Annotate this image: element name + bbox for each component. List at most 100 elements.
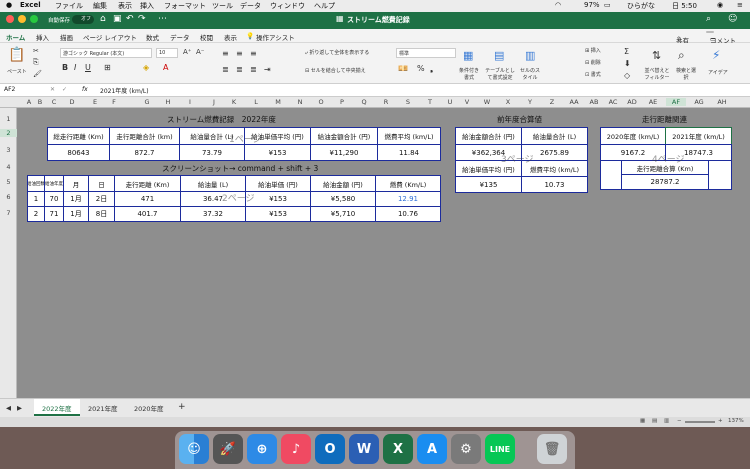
column-header[interactable]: AC bbox=[603, 98, 623, 106]
t4-blank-right[interactable] bbox=[708, 160, 732, 190]
clear-icon[interactable]: ◇ bbox=[624, 71, 630, 80]
t1-value-distance-sum[interactable]: 872.7 bbox=[109, 144, 180, 161]
t2-header-distance[interactable]: 走行距離 (Km) bbox=[114, 175, 181, 192]
t1-value-fuel-sum[interactable]: 73.79 bbox=[179, 144, 245, 161]
column-header[interactable]: AG bbox=[689, 98, 709, 106]
worksheet-grid[interactable]: ストリーム燃費記録 2022年度 総走行距離 (Km) 走行距離合計 (km) … bbox=[17, 108, 750, 398]
column-header[interactable]: P bbox=[332, 98, 352, 106]
t2-header-month[interactable]: 月 bbox=[63, 175, 89, 192]
table-row-cell[interactable]: 471 bbox=[114, 191, 181, 207]
redo-icon[interactable]: ↷ bbox=[138, 14, 146, 24]
table-row-cell[interactable]: 401.7 bbox=[114, 206, 181, 222]
font-color-icon[interactable]: A bbox=[163, 63, 168, 72]
zoom-out-icon[interactable]: − bbox=[677, 418, 682, 424]
t1-value-cost-sum[interactable]: ¥11,290 bbox=[310, 144, 378, 161]
input-method[interactable]: ひらがな bbox=[627, 1, 655, 11]
column-header[interactable]: AB bbox=[584, 98, 604, 106]
t2-header-day[interactable]: 日 bbox=[88, 175, 115, 192]
add-sheet-button[interactable]: + bbox=[178, 402, 186, 412]
menu-view[interactable]: 表示 bbox=[118, 1, 132, 11]
number-format-select[interactable]: 標準 bbox=[396, 48, 456, 58]
column-header[interactable]: W bbox=[477, 98, 497, 106]
table-row-cell[interactable]: 2 bbox=[27, 206, 45, 222]
t3-header-fuel-sum[interactable]: 給油量合計 (L) bbox=[521, 127, 588, 145]
column-header[interactable]: AH bbox=[712, 98, 732, 106]
column-header-selected[interactable]: AF bbox=[666, 98, 686, 106]
profile-icon[interactable]: ☺ bbox=[728, 14, 737, 24]
line-icon[interactable]: LINE bbox=[485, 434, 515, 464]
wifi-icon[interactable]: ◠ bbox=[555, 1, 561, 9]
column-header[interactable]: D bbox=[62, 98, 82, 106]
italic-icon[interactable]: I bbox=[74, 63, 76, 72]
clock[interactable]: 日 5:50 bbox=[672, 1, 697, 11]
column-header[interactable]: Q bbox=[354, 98, 374, 106]
page-break-view-icon[interactable]: ▥ bbox=[664, 418, 669, 424]
column-header[interactable]: Y bbox=[520, 98, 540, 106]
name-box[interactable]: AF2 bbox=[4, 86, 44, 93]
column-header[interactable]: AE bbox=[643, 98, 663, 106]
align-top-icon[interactable]: ≡ bbox=[222, 49, 229, 58]
currency-icon[interactable]: 💴 bbox=[398, 64, 408, 73]
column-header[interactable]: F bbox=[104, 98, 124, 106]
menu-file[interactable]: ファイル bbox=[55, 1, 83, 11]
zoom-window-button[interactable] bbox=[30, 15, 38, 23]
sheet-tab[interactable]: 2021年度 bbox=[88, 403, 118, 413]
sheet-tab[interactable]: 2020年度 bbox=[134, 403, 164, 413]
column-header[interactable]: AA bbox=[564, 98, 584, 106]
indent-icon[interactable]: ⇥ bbox=[264, 65, 271, 74]
column-header[interactable]: K bbox=[224, 98, 244, 106]
menu-data[interactable]: データ bbox=[240, 1, 261, 11]
app-store-icon[interactable]: A bbox=[417, 434, 447, 464]
format-table-icon[interactable]: ▤ bbox=[494, 49, 504, 62]
table-row-cell[interactable]: 1 bbox=[27, 191, 45, 207]
menu-tools[interactable]: ツール bbox=[212, 1, 233, 11]
table-row-cell[interactable]: 8日 bbox=[88, 206, 115, 222]
formula-input[interactable]: 2021年度 (km/L) bbox=[100, 86, 149, 95]
menu-help[interactable]: ヘルプ bbox=[314, 1, 335, 11]
prev-sheet-icon[interactable]: ◀ bbox=[6, 404, 11, 412]
t3-value-unit-price-avg[interactable]: ¥135 bbox=[455, 176, 522, 193]
autosave-toggle[interactable]: オフ bbox=[72, 15, 94, 24]
column-header[interactable]: E bbox=[85, 98, 105, 106]
column-header[interactable]: G bbox=[137, 98, 157, 106]
column-header[interactable]: O bbox=[311, 98, 331, 106]
conditional-format-icon[interactable]: ▦ bbox=[463, 49, 473, 62]
column-header[interactable]: C bbox=[44, 98, 64, 106]
column-header[interactable]: S bbox=[398, 98, 418, 106]
finder-icon[interactable]: ☺ bbox=[179, 434, 209, 464]
battery-icon[interactable]: ▭ bbox=[604, 1, 611, 9]
function-icon[interactable]: fx bbox=[82, 86, 88, 93]
menu-edit[interactable]: 編集 bbox=[93, 1, 107, 11]
tab-review[interactable]: 校閲 bbox=[200, 32, 213, 42]
minimize-window-button[interactable] bbox=[18, 15, 26, 23]
comma-icon[interactable]: ❟ bbox=[430, 64, 433, 74]
column-header[interactable]: L bbox=[246, 98, 266, 106]
column-header[interactable]: Z bbox=[542, 98, 562, 106]
table-row-cell[interactable]: 37.32 bbox=[180, 206, 246, 222]
table-row-cell[interactable]: ¥5,580 bbox=[310, 191, 376, 207]
t3-value-mileage-avg[interactable]: 10.73 bbox=[521, 176, 588, 193]
t1-header-cost-sum[interactable]: 給油金額合計 (円) bbox=[310, 127, 378, 145]
t4-value-total[interactable]: 28787.2 bbox=[621, 174, 709, 190]
column-header[interactable]: R bbox=[376, 98, 396, 106]
menu-window[interactable]: ウィンドウ bbox=[270, 1, 305, 11]
column-header[interactable]: V bbox=[457, 98, 477, 106]
formula-cancel-icon[interactable]: ✕ bbox=[50, 86, 55, 93]
format-painter-icon[interactable]: 🖌 bbox=[33, 70, 42, 78]
t1-header-mileage-avg[interactable]: 燃費平均 (km/L) bbox=[377, 127, 441, 145]
system-preferences-icon[interactable]: ⚙ bbox=[451, 434, 481, 464]
t3-header-cost-sum[interactable]: 給油金額合計 (円) bbox=[455, 127, 522, 145]
row-header[interactable]: 5 bbox=[0, 178, 17, 186]
t1-value-mileage-avg[interactable]: 11.84 bbox=[377, 144, 441, 161]
t2-header-year[interactable]: 給油年度 bbox=[44, 175, 64, 192]
table-row-cell[interactable]: 12.91 bbox=[375, 191, 441, 207]
bold-icon[interactable]: B bbox=[62, 63, 68, 72]
percent-icon[interactable]: % bbox=[417, 64, 425, 73]
column-header[interactable]: T bbox=[420, 98, 440, 106]
align-left-icon[interactable]: ≣ bbox=[222, 65, 229, 74]
table-row-cell[interactable]: 71 bbox=[44, 206, 64, 222]
tell-me-search[interactable]: 操作アシスト bbox=[256, 32, 295, 42]
font-size-select[interactable]: 10 bbox=[156, 48, 178, 58]
column-header[interactable]: M bbox=[268, 98, 288, 106]
apple-icon[interactable]: ● bbox=[6, 1, 12, 9]
